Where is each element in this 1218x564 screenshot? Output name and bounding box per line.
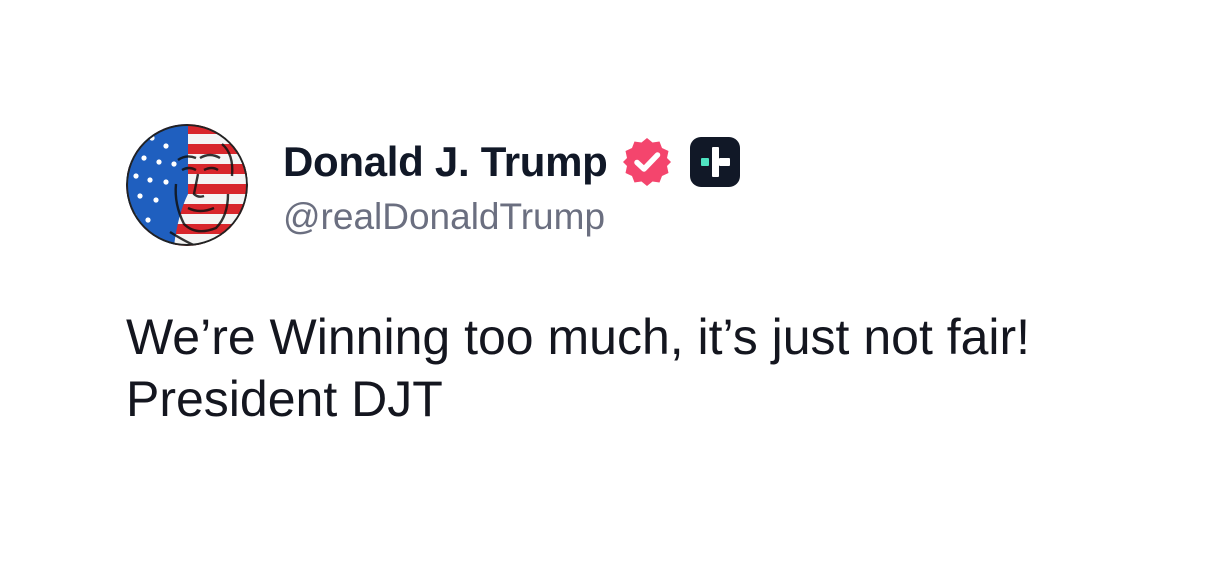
author-display-name[interactable]: Donald J. Trump	[283, 138, 608, 186]
post-text-line: President DJT	[126, 371, 443, 427]
verified-badge-icon	[620, 135, 674, 189]
author-handle[interactable]: @realDonaldTrump	[283, 196, 605, 238]
author-name-row: Donald J. Trump	[283, 134, 742, 190]
post-text-line: We’re Winning too much, it’s just not fa…	[126, 309, 1031, 365]
author-avatar[interactable]	[126, 124, 248, 246]
post-card: Donald J. Trump @realDonaldTrump We’re W…	[0, 0, 1218, 564]
plus-badge-icon	[688, 135, 742, 189]
flag-portrait-image	[126, 124, 248, 246]
post-text: We’re Winning too much, it’s just not fa…	[126, 306, 1186, 430]
